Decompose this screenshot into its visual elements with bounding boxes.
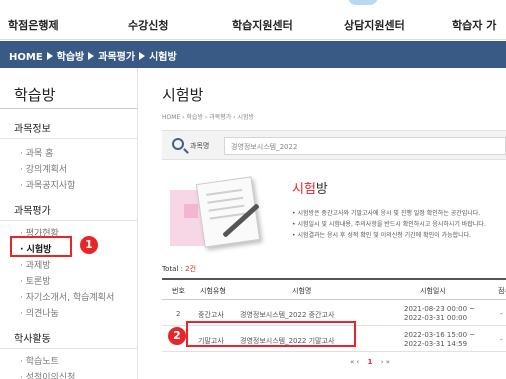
col-header-name: 시험명 xyxy=(292,287,312,295)
highlight-box-exam-room xyxy=(10,236,72,257)
course-search-bar: 과목명 경영정보시스템_2022 xyxy=(162,130,506,160)
main-nav: 학점은행제 수강신청 학습지원센터 상담지원센터 학습자 가 xyxy=(0,8,506,40)
row-no: 2 xyxy=(176,310,181,318)
col-header-date: 시험일시 xyxy=(420,287,446,295)
sidebar: 학습방 과목정보 · 과목 홈 · 강의계획서 · 과목공지사항 과목평가 · … xyxy=(0,68,138,379)
row-start: 2022-03-16 15:00 ~ xyxy=(404,331,476,339)
divider xyxy=(0,108,137,109)
callout-badge-1: 1 xyxy=(80,236,98,254)
nav-item-counseling[interactable]: 상담지원센터 xyxy=(344,17,405,33)
divider xyxy=(0,138,137,139)
breadcrumb: HOME 학습방 과목평가 시험방 xyxy=(0,41,506,68)
nav-item-credit-bank[interactable]: 학점은행제 xyxy=(8,17,59,33)
pagination: « ‹ 1 › » xyxy=(350,358,390,366)
pager-prev[interactable]: ‹ xyxy=(357,358,360,366)
row-end: 2022-03-31 14:59 xyxy=(404,340,468,348)
nav-item-learning-support[interactable]: 학습지원센터 xyxy=(232,17,293,33)
row-exam-name[interactable]: 경영정보시스템_2022 중간고사 xyxy=(240,310,334,320)
breadcrumb-evaluation[interactable]: 과목평가 xyxy=(98,52,135,63)
row-start: 2021-08-23 00:00 ~ xyxy=(404,305,476,313)
sidebar-item-course-home[interactable]: · 과목 홈 xyxy=(20,146,53,159)
search-label: 과목명 xyxy=(190,142,210,150)
breadcrumb-learning-room[interactable]: 학습방 xyxy=(57,52,85,63)
row-score: - xyxy=(500,336,503,344)
intro-heading: 시험방 xyxy=(292,182,328,197)
row-score: - xyxy=(500,310,503,318)
chevron-right-icon xyxy=(88,52,95,60)
pager-current[interactable]: 1 xyxy=(368,358,373,366)
sidebar-item-assignment-room[interactable]: · 과제방 xyxy=(20,258,51,271)
nav-item-enrollment[interactable]: 수강신청 xyxy=(128,17,168,33)
document-illustration-icon xyxy=(170,176,270,258)
pager-next[interactable]: › xyxy=(381,358,384,366)
sidebar-item-discussion-room[interactable]: · 토론방 xyxy=(20,274,51,287)
exam-table: 번호 시험유형 시험명 시험일시 점수 2 중간고사 경영정보시스템_2022 … xyxy=(162,278,506,352)
callout-badge-2: 2 xyxy=(168,327,186,345)
chevron-right-icon xyxy=(139,52,146,60)
logo-leaf-icon xyxy=(348,0,378,5)
sidebar-item-self-intro[interactable]: · 자기소개서, 학습계획서 xyxy=(20,290,114,303)
total-count: Total : 2건 xyxy=(162,265,197,273)
highlight-box-final-exam xyxy=(186,321,356,347)
sidebar-item-opinion[interactable]: · 의견나눔 xyxy=(20,306,59,319)
intro-line: • 시험결과는 응시 후 성적 확인 및 이의신청 기간에 확인이 가능합니다. xyxy=(292,232,472,239)
sidebar-item-grade-appeal[interactable]: · 성적이의신청 xyxy=(20,370,75,379)
row-type: 중간고사 xyxy=(198,311,224,319)
divider xyxy=(0,220,137,221)
pager-last[interactable]: » xyxy=(386,358,390,366)
table-header: 번호 시험유형 시험명 시험일시 점수 xyxy=(162,280,506,300)
search-icon xyxy=(172,138,184,150)
sidebar-item-syllabus[interactable]: · 강의계획서 xyxy=(20,162,67,175)
sidebar-item-study-notes[interactable]: · 학습노트 xyxy=(20,354,59,367)
intro-line: • 시험일시 및 시험내용, 주의사항을 반드시 확인하시고 응시하시기 바랍니… xyxy=(292,221,486,228)
breadcrumb-home[interactable]: HOME xyxy=(9,52,43,63)
sidebar-section-academic[interactable]: 학사활동 xyxy=(14,330,51,345)
divider xyxy=(0,348,137,349)
course-select[interactable]: 경영정보시스템_2022 xyxy=(224,137,506,155)
chevron-right-icon xyxy=(46,52,53,60)
col-header-score: 점수 xyxy=(498,287,506,295)
intro-line: • 시험방은 중간고사와 기말고사에 응시 및 진행 일정 확인하는 공간입니다… xyxy=(292,210,481,217)
sidebar-section-evaluation[interactable]: 과목평가 xyxy=(14,202,51,217)
breadcrumb-exam-room[interactable]: 시험방 xyxy=(149,52,177,63)
sidebar-item-course-notice[interactable]: · 과목공지사항 xyxy=(20,178,75,191)
exam-room-intro: 시험방 • 시험방은 중간고사와 기말고사에 응시 및 진행 일정 확인하는 공… xyxy=(162,176,506,260)
col-header-no: 번호 xyxy=(172,287,185,295)
location-path: HOME › 학습방 › 과목평가 › 시험방 xyxy=(162,114,255,121)
pager-first[interactable]: « xyxy=(350,358,354,366)
sidebar-title: 학습방 xyxy=(14,86,56,104)
site-logo[interactable] xyxy=(0,0,506,8)
col-header-type: 시험유형 xyxy=(200,287,226,295)
row-end: 2022-03-31 00:00 xyxy=(404,314,468,322)
nav-item-learner[interactable]: 학습자 가 xyxy=(452,17,496,33)
sidebar-section-course-info[interactable]: 과목정보 xyxy=(14,120,51,135)
page-title: 시험방 xyxy=(162,86,204,104)
